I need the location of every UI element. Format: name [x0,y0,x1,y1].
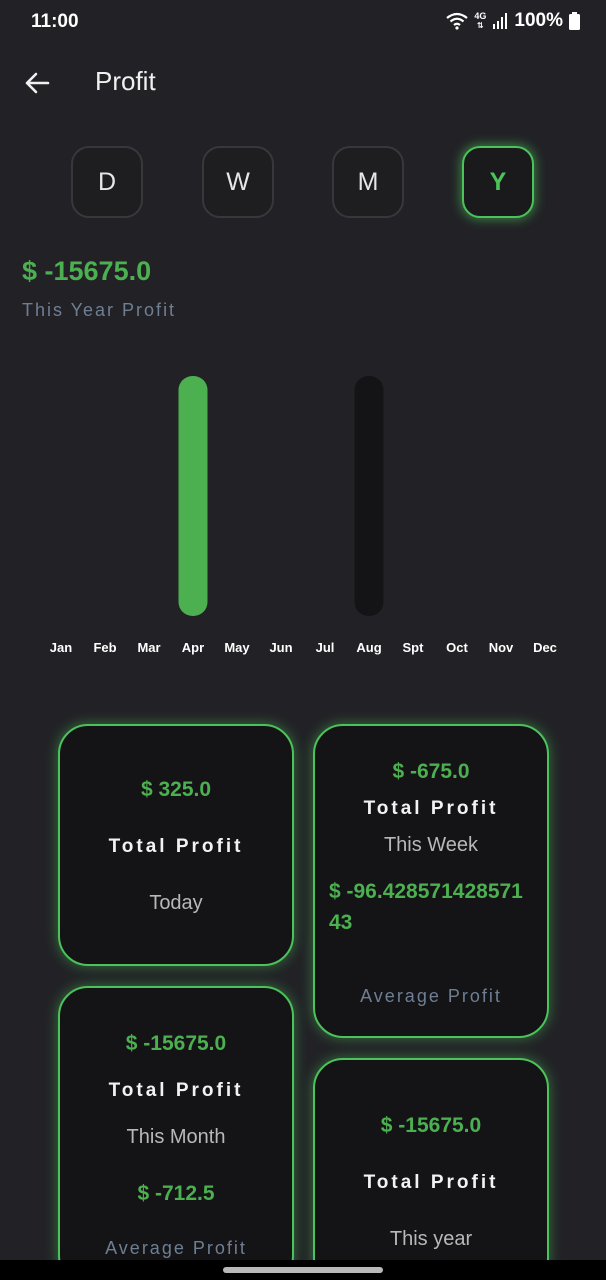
month-label-apr: Apr [181,640,205,655]
status-icons: 4G ⇅ 100% [446,10,580,32]
month-label-nov: Nov [488,640,514,655]
home-gesture-handle[interactable] [223,1267,383,1273]
week-profit-card[interactable]: $ -675.0 Total Profit This Week $ -96.42… [313,724,549,1038]
battery-icon [569,12,580,30]
period-year-button[interactable]: Y [462,146,534,218]
profit-screen: 11:00 4G ⇅ 100% Profit D W M Y $ -15675.… [0,0,606,1280]
arrow-left-icon [25,72,50,94]
month-profit-title: Total Profit [108,1080,244,1101]
today-profit-card[interactable]: $ 325.0 Total Profit Today [58,724,294,966]
year-profit-card[interactable]: $ -15675.0 Total Profit This year [313,1058,549,1280]
month-label-jan: Jan [49,640,73,655]
network-type-label: 4G [474,11,487,21]
month-profit-value: $ -15675.0 [125,1032,227,1055]
month-average-value: $ -712.5 [137,1182,215,1205]
year-card-profit-title: Total Profit [363,1172,499,1193]
year-profit-label: This Year Profit [22,300,177,320]
month-average-label: Average Profit [105,1238,247,1258]
week-profit-period: This Week [383,834,479,856]
month-label-feb: Feb [93,640,117,655]
period-month-button[interactable]: M [332,146,404,218]
month-label-spt: Spt [402,640,424,655]
month-profit-card[interactable]: $ -15675.0 Total Profit This Month $ -71… [58,986,294,1280]
today-profit-period: Today [149,892,203,914]
back-button[interactable] [20,66,54,100]
month-label-mar: Mar [137,640,161,655]
week-profit-value: $ -675.0 [392,760,470,783]
year-card-profit-period: This year [389,1228,473,1250]
network-type-icon: 4G ⇅ [474,11,487,31]
wifi-icon [446,12,469,30]
week-profit-title: Total Profit [363,798,499,819]
page-title: Profit [95,66,156,96]
month-label-oct: Oct [446,640,468,655]
monthly-profit-chart: Jan Feb Mar Apr May Jun Jul Aug Spt Oct Nov Dec [0,360,606,660]
week-average-label: Average Profit [360,986,502,1006]
status-time: 11:00 [31,11,79,32]
month-label-jun: Jun [269,640,293,655]
week-average-value: $ -96.42857142857143 [329,880,523,934]
today-profit-value: $ 325.0 [140,778,212,801]
month-label-jul: Jul [315,640,335,655]
month-label-may: May [224,640,250,655]
month-profit-period: This Month [126,1126,226,1148]
chart-bars [178,376,384,616]
year-card-profit-value: $ -15675.0 [380,1114,482,1137]
bar-apr [178,376,208,616]
period-day-button[interactable]: D [71,146,143,218]
month-label-dec: Dec [533,640,557,655]
year-profit-value: $ -15675.0 [22,256,152,286]
bar-aug [354,376,384,616]
battery-percent: 100% [514,10,563,31]
period-week-button[interactable]: W [202,146,274,218]
signal-icon [493,13,508,29]
today-profit-title: Total Profit [108,836,244,857]
month-label-aug: Aug [356,640,382,655]
